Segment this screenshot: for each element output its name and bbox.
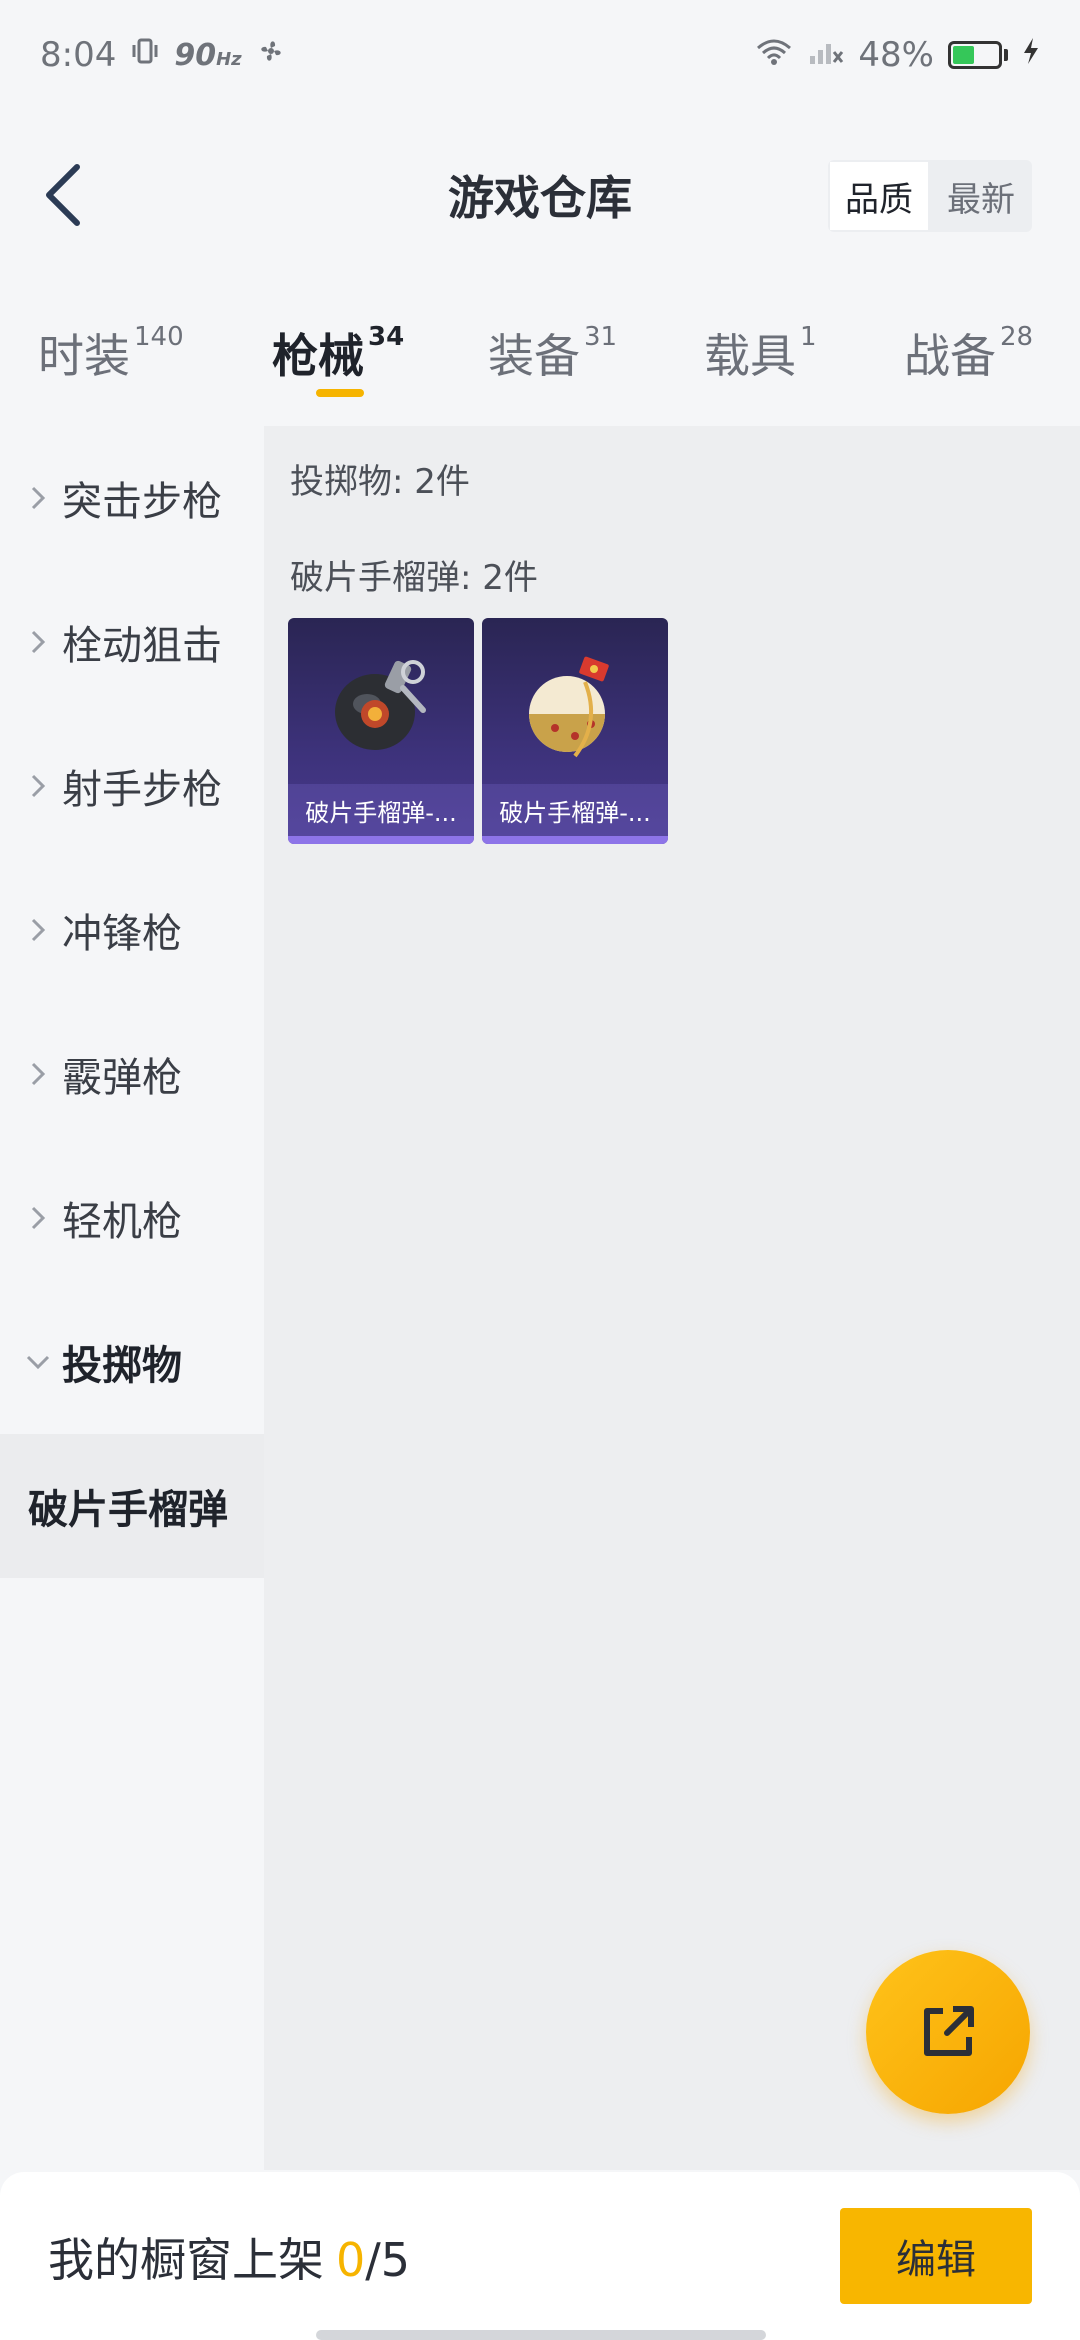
sidebar-item-label: 冲锋枪	[62, 911, 182, 957]
external-link-icon	[924, 2006, 974, 2056]
active-tab-indicator	[316, 389, 364, 397]
bottom-bar: 我的橱窗上架 0 /5 编辑	[0, 2172, 1080, 2340]
page-title: 游戏仓库	[448, 171, 632, 225]
sidebar-item-label: 霰弹枪	[62, 1055, 182, 1101]
charging-icon	[1022, 35, 1040, 75]
refresh-rate: 90Hz	[174, 37, 242, 73]
chevron-right-icon	[24, 629, 52, 655]
status-left: 8:04 90Hz	[40, 35, 286, 75]
showcase-label: 我的橱窗上架	[48, 2233, 324, 2287]
sidebar-item-assault-rifle[interactable]: 突击步枪	[0, 426, 264, 570]
tab-label: 时装	[38, 329, 130, 383]
category-count-title: 投掷物: 2件	[290, 462, 470, 502]
item-card-label: 破片手榴弹-...	[288, 784, 474, 836]
rarity-bar	[288, 836, 474, 844]
status-time: 8:04	[40, 35, 117, 75]
battery-icon	[948, 41, 1008, 69]
sidebar-item-lmg[interactable]: 轻机枪	[0, 1146, 264, 1290]
sidebar-item-label: 破片手榴弹	[28, 1487, 228, 1533]
sidebar-item-bolt-action-sniper[interactable]: 栓动狙击	[0, 570, 264, 714]
sidebar-item-smg[interactable]: 冲锋枪	[0, 858, 264, 1002]
item-grid-area: 投掷物: 2件 破片手榴弹: 2件 破片手榴弹-... 破片手榴弹-...	[264, 426, 1080, 2170]
back-arrow-icon	[46, 164, 80, 226]
tab-equipment[interactable]: 装备 31	[488, 320, 617, 386]
header: 游戏仓库 品质 最新	[0, 130, 1080, 260]
sidebar-item-shotgun[interactable]: 霰弹枪	[0, 1002, 264, 1146]
share-button[interactable]	[866, 1950, 1030, 2114]
showcase-status: 我的橱窗上架 0 /5	[48, 2224, 410, 2290]
chevron-right-icon	[24, 917, 52, 943]
grenade-image	[482, 618, 668, 786]
tab-count: 31	[584, 322, 618, 352]
tab-fashion[interactable]: 时装 140	[38, 320, 184, 386]
group-count-title: 破片手榴弹: 2件	[290, 558, 538, 598]
sidebar-item-throwables[interactable]: 投掷物	[0, 1290, 264, 1434]
sidebar-item-label: 投掷物	[62, 1343, 182, 1389]
item-card-label: 破片手榴弹-...	[482, 784, 668, 836]
tab-label: 装备	[488, 329, 580, 383]
tab-vehicles[interactable]: 载具 1	[704, 320, 817, 386]
status-bar: 8:04 90Hz 48%	[0, 0, 1080, 110]
tab-tactical[interactable]: 战备 28	[904, 320, 1033, 386]
cellular-signal-icon	[808, 35, 844, 75]
weapon-type-sidebar: 突击步枪 栓动狙击 射手步枪 冲锋枪 霰弹枪 轻机枪 投掷物 破片手榴弹	[0, 426, 264, 2170]
back-button[interactable]	[28, 158, 98, 232]
tab-count: 140	[134, 322, 184, 352]
rarity-bar	[482, 836, 668, 844]
showcase-count: 0	[336, 2233, 366, 2287]
sidebar-item-label: 轻机枪	[62, 1199, 182, 1245]
sidebar-item-label: 栓动狙击	[62, 623, 222, 669]
home-indicator[interactable]	[316, 2330, 766, 2340]
sidebar-subitem-frag-grenade[interactable]: 破片手榴弹	[0, 1434, 264, 1578]
sort-option-quality[interactable]: 品质	[828, 160, 930, 232]
sidebar-item-marksman-rifle[interactable]: 射手步枪	[0, 714, 264, 858]
tab-count: 28	[1000, 322, 1034, 352]
tab-firearms[interactable]: 枪械 34	[272, 320, 404, 386]
chevron-right-icon	[24, 1061, 52, 1087]
chevron-down-icon	[24, 1354, 52, 1370]
category-tabs: 时装 140 枪械 34 装备 31 载具 1 战备 28	[0, 300, 1080, 410]
showcase-total: /5	[365, 2233, 411, 2287]
chevron-right-icon	[24, 1205, 52, 1231]
edit-button[interactable]: 编辑	[840, 2208, 1032, 2304]
fan-icon	[256, 35, 286, 75]
item-card-frag-grenade-2[interactable]: 破片手榴弹-...	[482, 618, 668, 844]
vibrate-icon	[130, 35, 160, 75]
sort-option-latest[interactable]: 最新	[930, 160, 1032, 232]
grenade-image	[288, 618, 474, 786]
sort-toggle: 品质 最新	[828, 160, 1032, 232]
wifi-icon	[754, 35, 794, 75]
chevron-right-icon	[24, 485, 52, 511]
tab-label: 战备	[904, 329, 996, 383]
sidebar-item-label: 突击步枪	[62, 479, 222, 525]
tab-label: 枪械	[272, 329, 364, 383]
tab-count: 1	[800, 322, 817, 352]
status-right: 48%	[754, 35, 1040, 75]
tab-count: 34	[368, 322, 405, 352]
tab-label: 载具	[704, 329, 796, 383]
battery-percent: 48%	[858, 35, 934, 75]
sidebar-item-label: 射手步枪	[62, 767, 222, 813]
chevron-right-icon	[24, 773, 52, 799]
item-card-frag-grenade-1[interactable]: 破片手榴弹-...	[288, 618, 474, 844]
